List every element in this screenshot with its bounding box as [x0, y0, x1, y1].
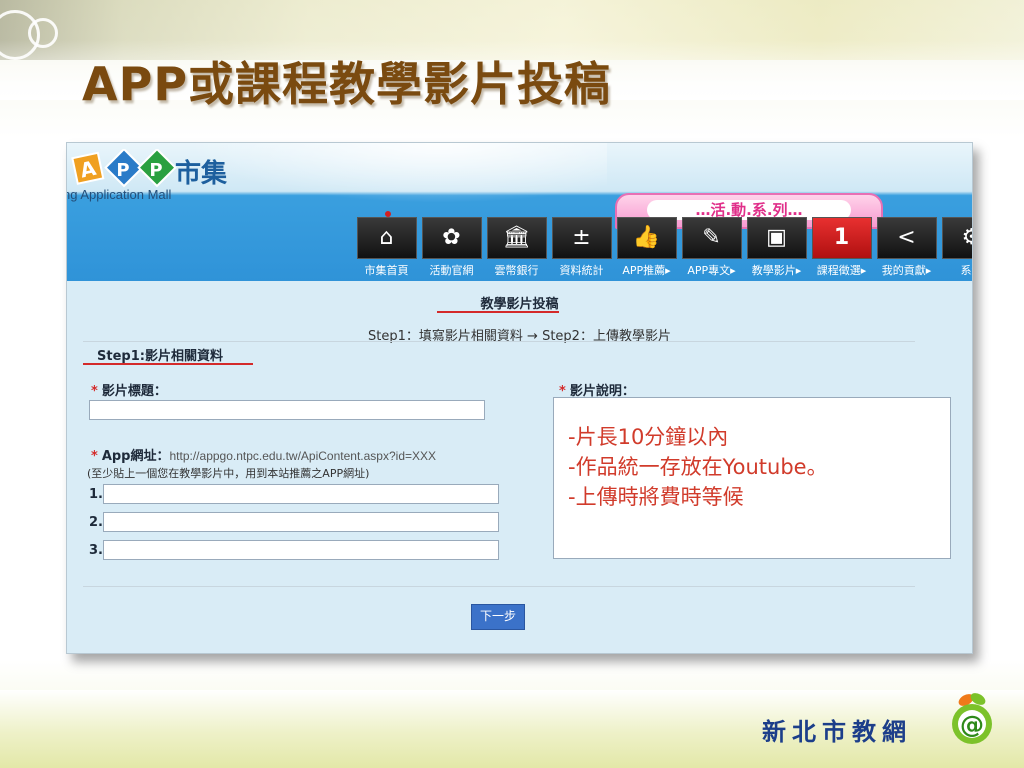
url-row-number: 3. [89, 543, 103, 558]
calculator-icon: ± [551, 217, 612, 259]
video-description-textarea[interactable]: -片長10分鐘以內 -作品統一存放在Youtube。 -上傳時將費時等候 [553, 397, 951, 559]
nav-item-label: 市集首頁 [364, 264, 409, 277]
site-logo-text: 市集 [175, 159, 228, 189]
nav-item-label: 系統 [960, 264, 973, 277]
nav-item-1[interactable]: ⌂ 市集首頁 [355, 211, 418, 279]
video-title-label-text: 影片標題： [101, 384, 167, 399]
form-title: 教學影片投稿 [480, 297, 559, 312]
url-row-number: 1. [89, 487, 103, 502]
description-line: -上傳時將費時等候 [568, 485, 744, 509]
next-step-button[interactable]: 下一步 [471, 604, 525, 630]
share-icon: < [876, 217, 937, 259]
writer-icon: ✎ [681, 217, 742, 259]
nav-item-10[interactable]: ⚙ 系統 [940, 217, 973, 279]
number-one-icon: 1 [811, 217, 872, 259]
home-icon: ⌂ [356, 217, 417, 259]
nav-item-label: APP推薦▸ [622, 264, 671, 277]
svg-text:P: P [116, 160, 129, 181]
ntpc-edu-at-logo-icon: @ [952, 693, 992, 744]
nav-item-5[interactable]: 👍 APP推薦▸ [615, 217, 678, 279]
app-url-input-2[interactable] [103, 512, 499, 532]
form-title-underline [437, 311, 559, 313]
app-url-input-1[interactable] [103, 484, 499, 504]
bank-icon: 🏛 [486, 217, 547, 259]
url-row-number: 2. [89, 515, 103, 530]
app-url-input-3[interactable] [103, 540, 499, 560]
video-title-label: * 影片標題： [91, 380, 167, 399]
site-logo-subtitle: ng Application Mall [66, 187, 172, 202]
app-url-note: (至少貼上一個您在教學影片中，用到本站推薦之APP網址) [87, 467, 370, 480]
section-divider [83, 341, 915, 342]
app-url-hint: http://appgo.ntpc.edu.tw/ApiContent.aspx… [169, 449, 437, 463]
video-icon: ▣ [746, 217, 807, 259]
brand-mark-text: @ [960, 711, 984, 739]
required-mark: * [91, 384, 98, 399]
nav-item-7[interactable]: ▣ 教學影片▸ [745, 217, 808, 279]
nav-item-9[interactable]: < 我的貢獻▸ [875, 217, 938, 279]
nav-item-2[interactable]: ✿ 活動官網 [420, 217, 483, 279]
slide-title: APP或課程教學影片投稿 [82, 57, 612, 111]
site-header: A P P 市集 ng Application Mall …活.動.系.列… ⌂… [67, 143, 972, 281]
nav-item-label: 我的貢獻▸ [881, 264, 932, 277]
description-line: -作品統一存放在Youtube。 [568, 455, 828, 479]
main-nav: ⌂ 市集首頁 ✿ 活動官網 🏛 雲幣銀行 ± 資料統計 👍 APP推薦▸ ✎ APP專文▸ ▣ 教學影片▸… [355, 211, 973, 279]
activity-icon: ✿ [421, 217, 482, 259]
nav-item-6[interactable]: ✎ APP專文▸ [680, 217, 743, 279]
website-screenshot: A P P 市集 ng Application Mall …活.動.系.列… ⌂… [66, 142, 973, 654]
svg-text:P: P [149, 160, 162, 181]
thumbs-up-icon: 👍 [616, 217, 677, 259]
nav-item-8[interactable]: 1 課程徵選▸ [810, 217, 873, 279]
form-bottom-divider [83, 586, 915, 587]
footer-brand-text: 新北市教網 [762, 718, 912, 746]
nav-item-label: 雲幣銀行 [494, 264, 539, 277]
description-line: -片長10分鐘以內 [568, 425, 729, 449]
nav-item-label: 課程徵選▸ [816, 264, 867, 277]
section-heading: Step1:影片相關資料 [97, 349, 223, 364]
nav-item-4[interactable]: ± 資料統計 [550, 217, 613, 279]
header-swoosh [187, 143, 607, 203]
settings-icon: ⚙ [941, 217, 972, 259]
section-underline [83, 363, 253, 365]
nav-item-label: APP專文▸ [687, 264, 736, 277]
nav-item-label: 資料統計 [559, 264, 604, 277]
video-title-input[interactable] [89, 400, 485, 420]
app-logo-badges-icon: A P P [71, 149, 177, 188]
nav-item-3[interactable]: 🏛 雲幣銀行 [485, 217, 548, 279]
nav-item-label: 活動官網 [429, 264, 474, 277]
app-url-label: * App網址：http://appgo.ntpc.edu.tw/ApiConte… [91, 445, 436, 464]
required-mark: * [91, 449, 98, 464]
app-url-label-text: App網址： [101, 449, 170, 464]
nav-item-label: 教學影片▸ [751, 264, 802, 277]
